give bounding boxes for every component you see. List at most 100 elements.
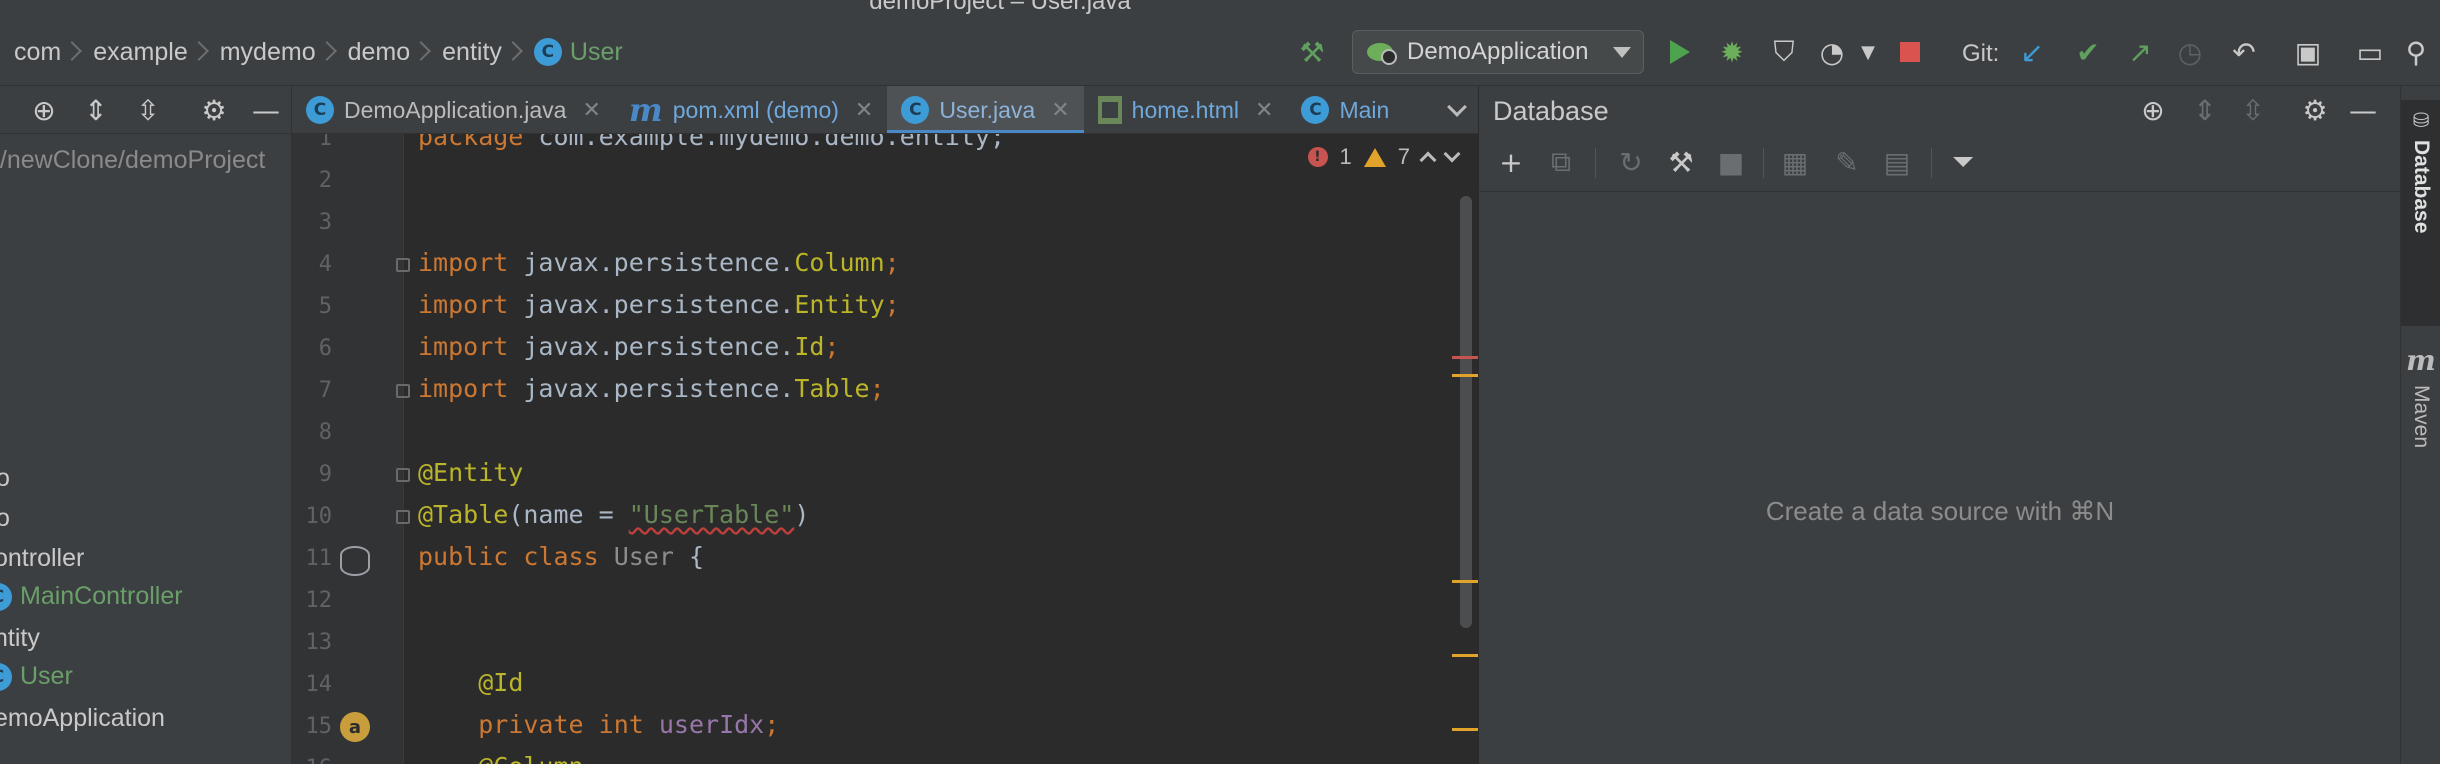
tab-user-java[interactable]: C User.java ✕ <box>887 86 1084 133</box>
locate-target-icon[interactable]: ⊕ <box>26 92 62 128</box>
tree-item-user[interactable]: C User <box>0 662 73 691</box>
next-problem-chevron-down-icon[interactable] <box>1443 145 1461 163</box>
play-icon <box>1670 40 1690 64</box>
warning-stripe-marker[interactable] <box>1452 374 1478 377</box>
search-icon[interactable]: ⚲ <box>2398 34 2434 70</box>
project-structure-icon[interactable]: ▣ <box>2290 34 2326 70</box>
maven-icon: m <box>2406 344 2436 377</box>
tab-label: pom.xml (demo) <box>672 96 839 123</box>
code-line-11: public class User { <box>418 542 704 571</box>
refresh-icon[interactable]: ↻ <box>1613 144 1649 180</box>
close-icon[interactable]: ✕ <box>855 98 873 123</box>
debug-bug-icon[interactable]: ✹ <box>1714 34 1750 70</box>
tree-item-maincontroller[interactable]: C MainController <box>0 582 183 611</box>
tree-item[interactable]: o <box>0 504 10 533</box>
tab-main[interactable]: C Main <box>1287 86 1403 133</box>
breadcrumb-mydemo[interactable]: mydemo <box>206 38 320 67</box>
warning-stripe-marker[interactable] <box>1452 580 1478 583</box>
data-source-properties-icon[interactable]: ⚒ <box>1663 144 1699 180</box>
warning-stripe-marker[interactable] <box>1452 728 1478 731</box>
duplicate-icon[interactable]: ⧉ <box>1543 144 1579 180</box>
line-number: 14 <box>305 672 333 697</box>
code-token: import <box>418 248 509 277</box>
error-stripe-marker[interactable] <box>1452 356 1478 359</box>
git-history-clock-icon[interactable]: ◷ <box>2172 34 2208 70</box>
stop-icon[interactable]: ■ <box>1713 144 1749 180</box>
coverage-shield-icon[interactable]: ⛉ <box>1766 34 1802 70</box>
run-configuration-select[interactable]: DemoApplication <box>1352 30 1644 74</box>
table-view-icon[interactable]: ▦ <box>1777 144 1813 180</box>
expand-all-icon[interactable]: ⇕ <box>2187 92 2223 128</box>
tab-home-html[interactable]: home.html ✕ <box>1084 86 1288 133</box>
breadcrumb-com[interactable]: com <box>0 38 65 67</box>
more-run-options-chevron-icon[interactable]: ▼ <box>1850 34 1886 70</box>
stripe-label: Database <box>2410 140 2433 234</box>
field-annotation-gutter-icon[interactable]: a <box>340 712 370 742</box>
collapse-all-icon[interactable]: ⇳ <box>130 92 166 128</box>
gear-icon[interactable]: ⚙ <box>2297 92 2333 128</box>
breadcrumb-user[interactable]: C User <box>520 38 627 67</box>
git-push-arrow-icon[interactable]: ↗ <box>2122 34 2158 70</box>
project-root-path[interactable]: o/newClone/demoProject <box>0 146 265 175</box>
filter-funnel-icon[interactable]: ⏷ <box>1945 144 1981 180</box>
code-token: ; <box>824 332 840 361</box>
expand-all-icon[interactable]: ⇕ <box>78 92 114 128</box>
breadcrumb-demo[interactable]: demo <box>334 38 415 67</box>
hide-minus-icon[interactable]: — <box>2345 92 2381 128</box>
line-number: 11 <box>305 546 333 571</box>
warning-stripe-marker[interactable] <box>1452 654 1478 657</box>
project-toolbar: ⊕ ⇕ ⇳ ⚙ — <box>0 86 291 134</box>
class-icon: C <box>0 662 12 691</box>
locate-target-icon[interactable]: ⊕ <box>2135 92 2171 128</box>
add-plus-icon[interactable]: + <box>1493 144 1529 180</box>
chevron-down-icon[interactable] <box>1447 97 1467 117</box>
git-update-arrow-icon[interactable]: ↙ <box>2014 34 2050 70</box>
code-token: class <box>523 542 599 571</box>
tab-label: DemoApplication.java <box>344 96 567 123</box>
sql-console-icon[interactable]: ▤ <box>1879 144 1915 180</box>
stripe-item-maven[interactable]: m Maven <box>2401 344 2440 474</box>
fold-marker-icon[interactable] <box>396 384 410 398</box>
database-table-gutter-icon[interactable] <box>340 546 370 576</box>
fold-marker-icon[interactable] <box>396 468 410 482</box>
tab-demoapplication-java[interactable]: C DemoApplication.java ✕ <box>292 86 615 133</box>
git-commit-check-icon[interactable]: ✔ <box>2070 34 2106 70</box>
tree-item[interactable]: o <box>0 464 10 493</box>
fold-marker-icon[interactable] <box>396 258 410 272</box>
git-rollback-icon[interactable]: ↶ <box>2226 34 2262 70</box>
gear-icon[interactable]: ⚙ <box>196 92 232 128</box>
window-title: demoProject – User.java <box>869 0 1131 15</box>
stop-button[interactable] <box>1892 34 1928 70</box>
edit-pencil-icon[interactable]: ✎ <box>1829 144 1865 180</box>
breadcrumb-example[interactable]: example <box>79 38 192 67</box>
code-token: import <box>418 290 509 319</box>
code-editor[interactable]: 1 2 3 4 5 6 7 8 9 10 11 12 13 14 15 16 a… <box>292 134 1478 764</box>
close-icon[interactable]: ✕ <box>1255 98 1273 123</box>
tree-item-entity[interactable]: ntity <box>0 624 40 653</box>
build-hammer-icon[interactable]: ⚒ <box>1294 34 1330 70</box>
tab-pom-xml[interactable]: m pom.xml (demo) ✕ <box>615 86 887 133</box>
collapse-all-icon[interactable]: ⇳ <box>2235 92 2271 128</box>
tree-item-label: User <box>20 662 73 690</box>
stripe-item-database[interactable]: ⛁ Database <box>2401 100 2440 326</box>
close-icon[interactable]: ✕ <box>582 98 600 123</box>
fold-marker-icon[interactable] <box>396 510 410 524</box>
class-icon: C <box>901 96 930 124</box>
code-line-9: @Entity <box>418 458 523 487</box>
code-token: javax.persistence. <box>523 290 795 319</box>
presentation-mode-icon[interactable]: ▭ <box>2352 34 2388 70</box>
class-icon: C <box>533 38 562 66</box>
vertical-scrollbar[interactable] <box>1460 196 1472 628</box>
navigation-bar: com example mydemo demo entity C User ⚒ … <box>0 18 2440 86</box>
previous-problem-chevron-up-icon[interactable] <box>1419 151 1437 169</box>
run-button[interactable] <box>1662 34 1698 70</box>
hide-minus-icon[interactable]: — <box>248 92 284 128</box>
inspection-widget[interactable]: ! 1 7 <box>1307 144 1461 170</box>
profile-run-icon[interactable]: ◔ <box>1814 34 1850 70</box>
close-icon[interactable]: ✕ <box>1051 98 1069 123</box>
tree-item-controller[interactable]: ontroller <box>0 544 84 573</box>
breadcrumb-entity[interactable]: entity <box>428 38 506 67</box>
tree-item-demoapplication[interactable]: emoApplication <box>0 704 165 733</box>
